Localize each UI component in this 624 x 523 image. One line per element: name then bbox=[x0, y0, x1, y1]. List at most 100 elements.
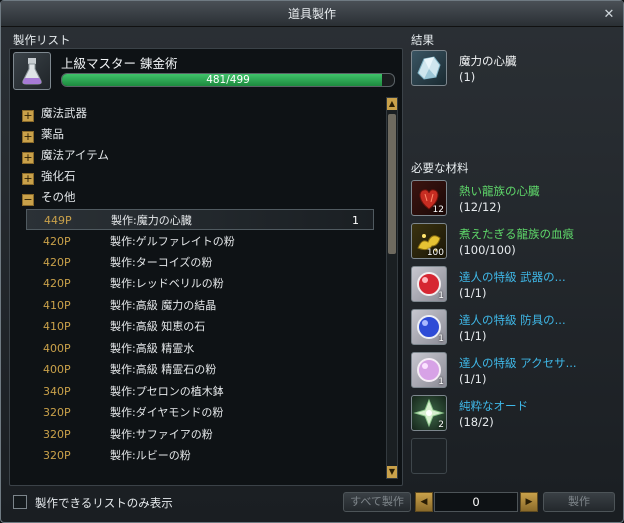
heart-crystal-icon bbox=[411, 50, 447, 86]
dragon-heart-icon: 12 bbox=[411, 180, 447, 216]
alchemy-flask-icon bbox=[13, 52, 51, 90]
recipe-name: 製作:高級 精霊石の粉 bbox=[110, 363, 217, 376]
category-magic-weapons[interactable]: + 魔法武器 bbox=[22, 103, 87, 123]
materials-list: 12 熱い龍族の心臓 (12/12) 100 煮えたぎる龍族の血痕 (100/1… bbox=[411, 176, 615, 480]
window-title: 道具製作 bbox=[1, 1, 623, 27]
scroll-up-icon[interactable]: ▲ bbox=[387, 98, 397, 110]
material-name: 達人の特級 アクセサ... bbox=[459, 356, 577, 370]
recipe-row[interactable]: 320P 製作:ダイヤモンドの粉 bbox=[26, 402, 374, 423]
recipe-points: 420P bbox=[43, 277, 71, 290]
craft-all-button[interactable]: すべて製作 bbox=[343, 492, 411, 512]
recipe-row[interactable]: 320P 製作:ルビーの粉 bbox=[26, 445, 374, 466]
recipe-points: 410P bbox=[43, 320, 71, 333]
recipe-points: 320P bbox=[43, 449, 71, 462]
material-badge: 1 bbox=[438, 291, 444, 301]
recipe-name: 製作:プセロンの植木鉢 bbox=[110, 385, 224, 398]
expand-icon[interactable]: + bbox=[22, 110, 34, 122]
material-count: (1/1) bbox=[459, 286, 487, 300]
skill-rank-title: 上級マスター 錬金術 bbox=[61, 56, 178, 71]
category-others[interactable]: − その他 bbox=[22, 187, 76, 207]
recipe-scrollbar[interactable]: ▲ ▼ bbox=[386, 97, 398, 479]
expand-icon[interactable]: + bbox=[22, 152, 34, 164]
recipe-name: 製作:ターコイズの粉 bbox=[110, 256, 213, 269]
recipe-name: 製作:高級 知恵の石 bbox=[110, 320, 206, 333]
recipe-points: 449P bbox=[44, 214, 72, 227]
recipe-row[interactable]: 340P 製作:プセロンの植木鉢 bbox=[26, 381, 374, 402]
category-label: 魔法武器 bbox=[41, 106, 87, 120]
material-name: 達人の特級 武器の... bbox=[459, 270, 566, 284]
result-item: 魔力の心臓 (1) bbox=[411, 48, 615, 92]
recipe-points: 320P bbox=[43, 406, 71, 419]
material-count: (12/12) bbox=[459, 200, 502, 214]
category-label: 強化石 bbox=[41, 169, 76, 183]
recipe-name: 製作:ルビーの粉 bbox=[110, 449, 191, 462]
category-label: 魔法アイテム bbox=[41, 148, 109, 162]
scroll-down-icon[interactable]: ▼ bbox=[387, 466, 397, 478]
recipe-row[interactable]: 420P 製作:レッドベリルの粉 bbox=[26, 273, 374, 294]
collapse-icon[interactable]: − bbox=[22, 194, 34, 206]
recipe-row[interactable]: 320P 製作:サファイアの粉 bbox=[26, 424, 374, 445]
recipe-row[interactable]: 410P 製作:高級 知恵の石 bbox=[26, 316, 374, 337]
category-enhance-stones[interactable]: + 強化石 bbox=[22, 166, 76, 186]
expand-icon[interactable]: + bbox=[22, 131, 34, 143]
quantity-input[interactable]: 0 bbox=[434, 492, 518, 512]
recipe-name: 製作:ダイヤモンドの粉 bbox=[110, 406, 224, 419]
material-row: 1 達人の特級 アクセサ... (1/1) bbox=[411, 350, 615, 392]
recipe-name: 製作:高級 魔力の結晶 bbox=[110, 299, 217, 312]
material-count: (100/100) bbox=[459, 243, 516, 257]
material-row: 100 煮えたぎる龍族の血痕 (100/100) bbox=[411, 221, 615, 263]
material-badge: 1 bbox=[438, 334, 444, 344]
skill-exp-text: 481/499 bbox=[206, 74, 250, 86]
craftable-only-checkbox[interactable] bbox=[13, 495, 27, 509]
recipe-points: 320P bbox=[43, 428, 71, 441]
pink-orb-icon: 1 bbox=[411, 352, 447, 388]
category-label: 薬品 bbox=[41, 127, 64, 141]
recipe-points: 340P bbox=[43, 385, 71, 398]
recipe-row[interactable]: 400P 製作:高級 精霊石の粉 bbox=[26, 359, 374, 380]
recipe-row[interactable]: 420P 製作:ターコイズの粉 bbox=[26, 252, 374, 273]
ode-crystal-icon: 2 bbox=[411, 395, 447, 431]
recipe-row[interactable]: 449P 製作:魔力の心臓 1 bbox=[26, 209, 374, 230]
skill-header: 上級マスター 錬金術 481/499 bbox=[12, 51, 400, 93]
category-label: その他 bbox=[41, 190, 76, 204]
result-item-name: 魔力の心臓 bbox=[459, 54, 517, 68]
material-badge: 100 bbox=[426, 248, 444, 258]
craft-button[interactable]: 製作 bbox=[543, 492, 615, 512]
decrease-quantity-icon[interactable]: ◀ bbox=[415, 492, 433, 512]
recipe-row[interactable]: 420P 製作:ゲルファレイトの粉 bbox=[26, 231, 374, 252]
recipe-points: 420P bbox=[43, 235, 71, 248]
recipe-quantity: 1 bbox=[352, 214, 359, 227]
material-name: 煮えたぎる龍族の血痕 bbox=[459, 227, 574, 241]
expand-icon[interactable]: + bbox=[22, 173, 34, 185]
result-label: 結果 bbox=[411, 33, 434, 47]
craft-list-panel: 上級マスター 錬金術 481/499 + 魔法武器 + 薬品 + 魔法アイテム + 強化… bbox=[9, 48, 403, 486]
material-count: (1/1) bbox=[459, 329, 487, 343]
material-row: 12 熱い龍族の心臓 (12/12) bbox=[411, 178, 615, 220]
recipe-row[interactable]: 410P 製作:高級 魔力の結晶 bbox=[26, 295, 374, 316]
material-count: (1/1) bbox=[459, 372, 487, 386]
increase-quantity-icon[interactable]: ▶ bbox=[520, 492, 538, 512]
craft-list-label: 製作リスト bbox=[13, 33, 71, 47]
recipe-name: 製作:高級 精霊水 bbox=[110, 342, 195, 355]
category-potions[interactable]: + 薬品 bbox=[22, 124, 64, 144]
recipe-name: 製作:ゲルファレイトの粉 bbox=[110, 235, 235, 248]
category-magic-items[interactable]: + 魔法アイテム bbox=[22, 145, 109, 165]
recipe-tree: + 魔法武器 + 薬品 + 魔法アイテム + 強化石 − その他 449P 製作:魔力の心… bbox=[12, 97, 384, 479]
red-orb-icon: 1 bbox=[411, 266, 447, 302]
crafting-window: 道具製作 ✕ 製作リスト 上級マスター 錬金術 481/499 + 魔法武器 +… bbox=[0, 0, 624, 523]
material-name: 純粋なオード bbox=[459, 399, 528, 413]
recipe-name: 製作:レッドベリルの粉 bbox=[110, 277, 224, 290]
material-name: 達人の特級 防具の... bbox=[459, 313, 566, 327]
recipe-row[interactable]: 400P 製作:高級 精霊水 bbox=[26, 338, 374, 359]
dragon-blood-icon: 100 bbox=[411, 223, 447, 259]
result-item-count: (1) bbox=[459, 70, 476, 84]
scroll-thumb[interactable] bbox=[388, 114, 396, 254]
material-badge: 12 bbox=[432, 205, 444, 215]
close-icon[interactable]: ✕ bbox=[601, 7, 617, 23]
recipe-name: 製作:魔力の心臓 bbox=[111, 214, 192, 227]
material-row: 1 達人の特級 防具の... (1/1) bbox=[411, 307, 615, 349]
craftable-only-label: 製作できるリストのみ表示 bbox=[35, 496, 173, 510]
recipe-points: 410P bbox=[43, 299, 71, 312]
material-row: 2 純粋なオード (18/2) bbox=[411, 393, 615, 435]
recipe-points: 400P bbox=[43, 363, 71, 376]
